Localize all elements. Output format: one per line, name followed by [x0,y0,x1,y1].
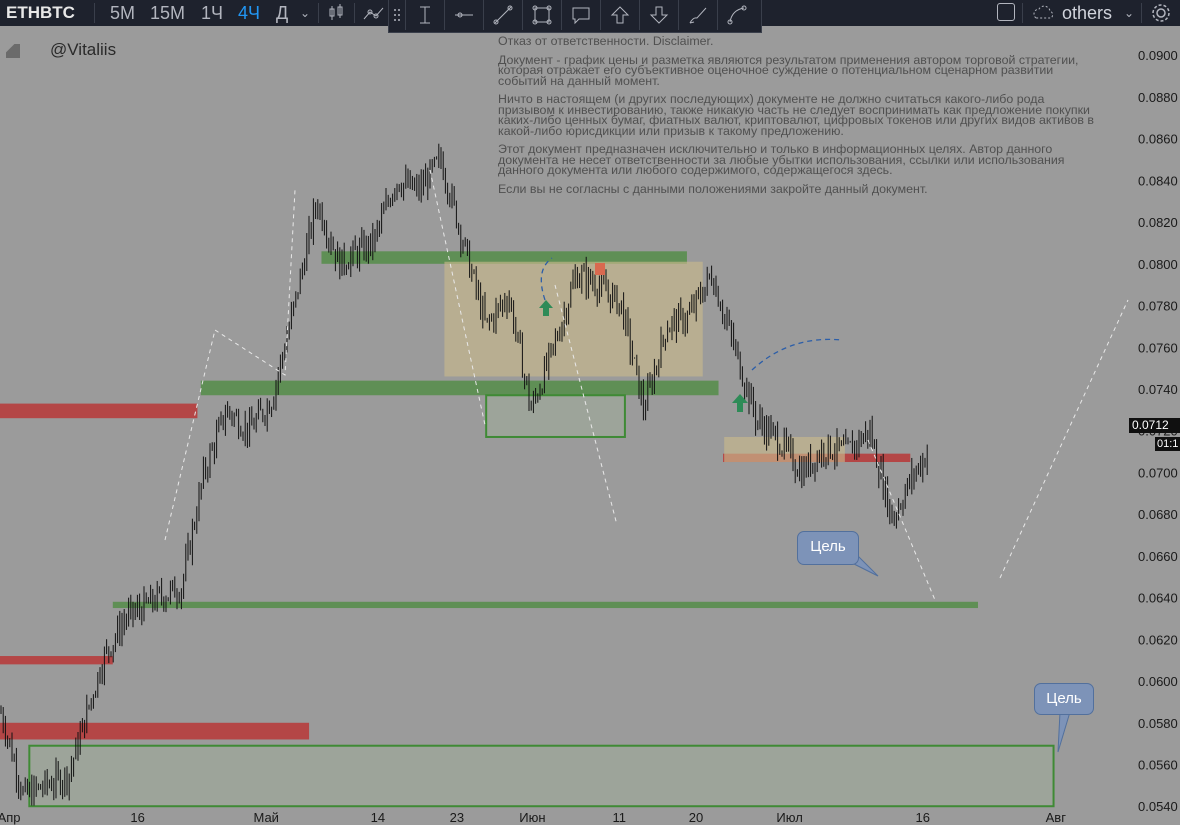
zone-support [112,601,978,609]
x-tick-label: Авг [1046,810,1067,825]
rectangle-icon[interactable] [523,0,562,30]
zone-resistance [0,722,310,740]
trend-line-icon[interactable] [484,0,523,30]
current-price-tag: 0.0712 [1129,418,1180,433]
forecast-path-5 [999,299,1129,579]
y-tick-label: 0.0680 [1138,507,1178,522]
drag-handle-icon[interactable] [389,0,406,30]
y-tick-label: 0.0780 [1138,299,1178,314]
y-tick-label: 0.0660 [1138,549,1178,564]
disclaimer-text: Отказ от ответственности. Disclaimer. До… [498,34,1098,202]
target-label[interactable]: Цель [1034,683,1094,715]
zone-support-box [486,395,625,437]
timeframe-1d[interactable]: Д [276,0,288,26]
x-tick-label: 14 [371,810,385,825]
symbol-button[interactable]: ETHBTC [6,0,75,26]
disclaimer-line: Если вы не согласны с данными положениям… [498,181,928,196]
chevron-down-icon[interactable]: ⌄ [1124,0,1134,26]
y-tick-label: 0.0560 [1138,758,1178,773]
zone-support-box [29,745,1054,807]
disclaimer-line: Этот документ предназначен исключительно… [498,142,1065,177]
horizontal-ray-icon[interactable] [445,0,484,30]
y-tick-label: 0.0800 [1138,257,1178,272]
text-cursor-icon[interactable] [406,0,445,30]
toolbar-divider [318,3,319,23]
y-tick-label: 0.0620 [1138,632,1178,647]
timeframe-15m[interactable]: 15M [150,0,185,26]
zone-resistance [0,403,198,419]
toolbar-divider [94,3,95,23]
toolbar-divider [1141,3,1142,23]
comment-icon[interactable] [562,0,601,30]
y-tick-label: 0.0600 [1138,674,1178,689]
y-tick-label: 0.0900 [1138,48,1178,63]
disclaimer-line: Ничто в настоящем (и других последующих)… [498,92,1094,138]
x-tick-label: Апр [0,810,21,825]
y-tick-label: 0.0640 [1138,591,1178,606]
buy-arrow-2 [732,394,748,412]
disclaimer-line: Отказ от ответственности. Disclaimer. [498,34,714,48]
time-axis[interactable]: Апр 16 Май 14 23 Июн 11 20 Июл 16 Авг [0,810,1066,825]
drawing-tools-panel [388,0,762,33]
candles-icon[interactable] [327,0,345,26]
sell-marker [595,263,605,275]
target-label[interactable]: Цель [797,531,859,565]
indicators-icon[interactable] [362,0,388,26]
x-tick-label: Июл [776,810,802,825]
x-tick-label: 16 [130,810,144,825]
x-tick-label: Май [253,810,278,825]
brush-icon[interactable] [679,0,718,30]
x-tick-label: Июн [519,810,545,825]
bar-timer-tag: 01:1 [1155,437,1180,451]
arrow-up-icon[interactable] [601,0,640,30]
timeframe-1h[interactable]: 1Ч [201,0,223,26]
chevron-down-icon[interactable]: ⌄ [300,0,310,26]
y-tick-label: 0.0580 [1138,716,1178,731]
y-tick-label: 0.0700 [1138,465,1178,480]
y-tick-label: 0.0760 [1138,340,1178,355]
forecast-path-1 [164,189,296,541]
y-tick-label: 0.0880 [1138,90,1178,105]
cloud-icon[interactable] [1031,0,1057,26]
timeframe-5m[interactable]: 5M [110,0,135,26]
y-tick-label: 0.0740 [1138,382,1178,397]
x-tick-label: 23 [450,810,464,825]
settings-icon[interactable] [1150,0,1172,26]
x-tick-label: 20 [689,810,703,825]
author-label: @Vitaliis [50,40,117,59]
target-pointer-2 [1057,711,1071,753]
others-dropdown[interactable]: others [1062,0,1112,26]
projection-arc-1 [751,338,843,371]
x-tick-label: 11 [613,810,627,825]
zones-layer [0,251,1055,808]
disclaimer-line: Документ - график цены и разметка являют… [498,52,1079,88]
zone-resistance [0,656,113,665]
y-tick-label: 0.0820 [1138,215,1178,230]
square-icon[interactable] [997,3,1015,21]
timeframe-4h[interactable]: 4Ч [238,0,260,26]
y-tick-label: 0.0840 [1138,173,1178,188]
toolbar-divider [354,3,355,23]
y-tick-label: 0.0860 [1138,132,1178,147]
candles-layer [0,143,928,806]
toolbar-divider [1022,3,1023,23]
y-tick-label: 0.0540 [1138,799,1178,814]
curve-icon[interactable] [718,0,756,30]
x-tick-label: 16 [915,810,929,825]
arrow-down-icon[interactable] [640,0,679,30]
